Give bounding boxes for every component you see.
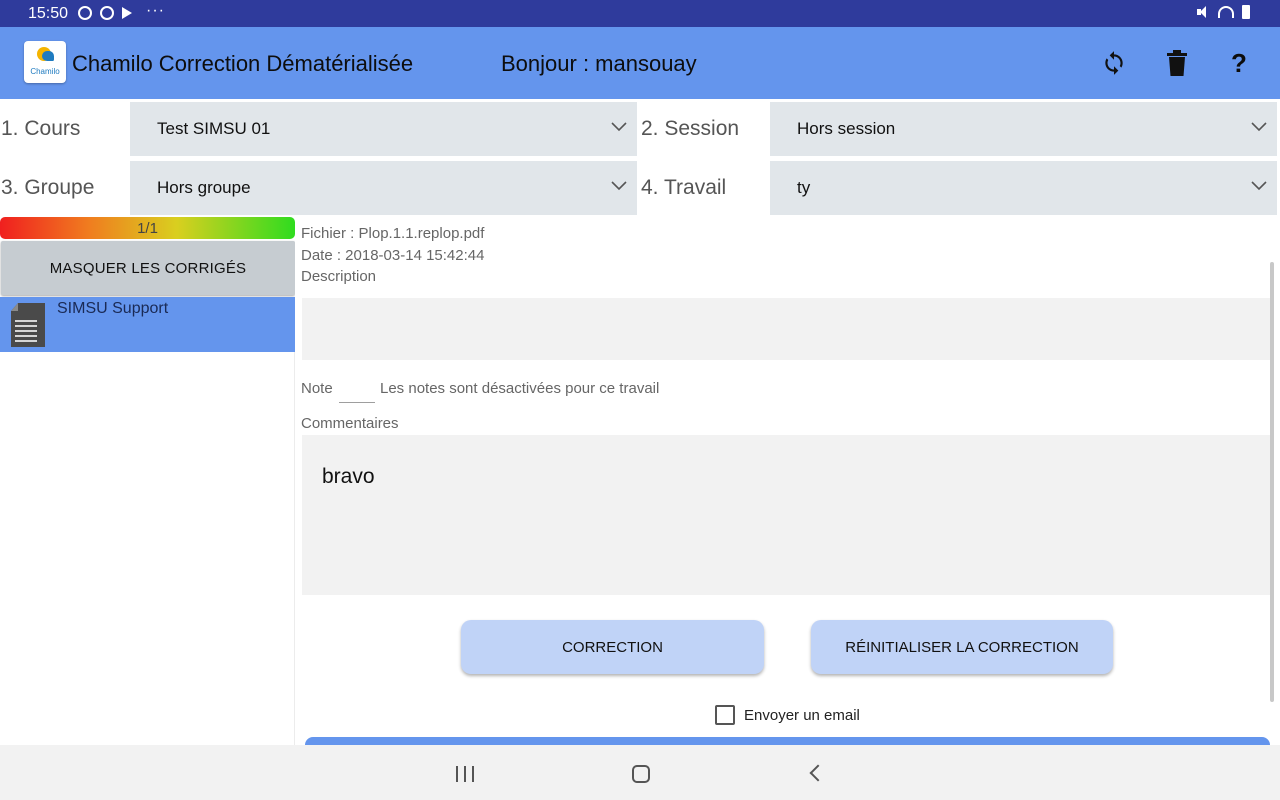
trash-icon [1167, 50, 1187, 76]
notification-icon [100, 6, 114, 20]
group-value: Hors groupe [157, 178, 251, 197]
course-label: 1. Cours [1, 117, 81, 140]
chevron-down-icon [611, 122, 627, 132]
session-label: 2. Session [641, 117, 740, 140]
group-select[interactable]: Hors groupe [130, 161, 637, 215]
note-input[interactable] [339, 377, 375, 403]
send-email-row[interactable]: Envoyer un email [715, 705, 860, 725]
note-label: Note [301, 380, 333, 397]
work-label: 4. Travail [641, 176, 727, 199]
notification-icon [78, 6, 92, 20]
work-select[interactable]: ty [770, 161, 1277, 215]
correction-button[interactable]: CORRECTION [461, 620, 764, 674]
document-icon [11, 303, 45, 347]
submit-button-edge[interactable] [305, 737, 1270, 745]
recents-icon[interactable] [456, 766, 474, 782]
reset-correction-button[interactable]: RÉINITIALISER LA CORRECTION [811, 620, 1113, 674]
comments-label: Commentaires [301, 415, 399, 432]
play-store-icon [122, 7, 132, 19]
sync-icon [1105, 51, 1123, 75]
chevron-down-icon [1251, 181, 1267, 191]
comments-text: bravo [322, 465, 375, 488]
send-email-label: Envoyer un email [744, 706, 860, 724]
file-name: Fichier : Plop.1.1.replop.pdf [301, 225, 485, 242]
submission-date: Date : 2018-03-14 15:42:44 [301, 247, 485, 264]
progress-text: 1/1 [137, 220, 158, 237]
back-icon[interactable] [809, 764, 827, 782]
battery-icon [1242, 5, 1250, 19]
note-disabled-message: Les notes sont désactivées pour ce trava… [380, 380, 660, 397]
send-email-checkbox[interactable] [715, 705, 735, 725]
user-greeting: Bonjour : mansouay [501, 51, 697, 76]
hide-corrected-button[interactable]: MASQUER LES CORRIGÉS [1, 241, 295, 295]
navigation-bar [0, 745, 1280, 800]
list-item[interactable]: SIMSU Support [0, 297, 295, 352]
more-notifications-icon: ··· [146, 2, 165, 19]
delete-button[interactable] [1159, 45, 1195, 81]
session-value: Hors session [797, 119, 896, 138]
detail-panel: Fichier : Plop.1.1.replop.pdf Date : 201… [295, 217, 1280, 745]
chevron-down-icon [611, 181, 627, 191]
home-icon[interactable] [632, 765, 650, 783]
description-field [302, 298, 1270, 360]
help-button[interactable]: ? [1221, 45, 1257, 81]
chevron-down-icon [1251, 122, 1267, 132]
wifi-icon [1218, 6, 1234, 18]
app-title: Chamilo Correction Dématérialisée [72, 51, 414, 76]
work-value: ty [797, 178, 811, 197]
course-select[interactable]: Test SIMSU 01 [130, 102, 637, 156]
course-value: Test SIMSU 01 [157, 119, 271, 138]
comments-field[interactable]: bravo [302, 435, 1270, 595]
submission-list: SIMSU Support [0, 297, 295, 745]
group-label: 3. Groupe [1, 176, 95, 199]
help-icon: ? [1231, 47, 1247, 78]
status-time: 15:50 [28, 5, 69, 22]
list-item-label: SIMSU Support [57, 300, 169, 317]
description-label: Description [301, 268, 377, 285]
scrollbar[interactable] [1270, 262, 1274, 702]
sync-button[interactable] [1096, 45, 1132, 81]
app-logo: Chamilo [24, 41, 66, 83]
mute-icon [1196, 5, 1210, 19]
status-icons [1196, 5, 1250, 19]
app-bar: Chamilo Chamilo Correction Dématérialisé… [0, 27, 1280, 99]
session-select[interactable]: Hors session [770, 102, 1277, 156]
progress-bar: 1/1 [0, 217, 295, 239]
status-bar: 15:50 ··· [0, 0, 1280, 27]
